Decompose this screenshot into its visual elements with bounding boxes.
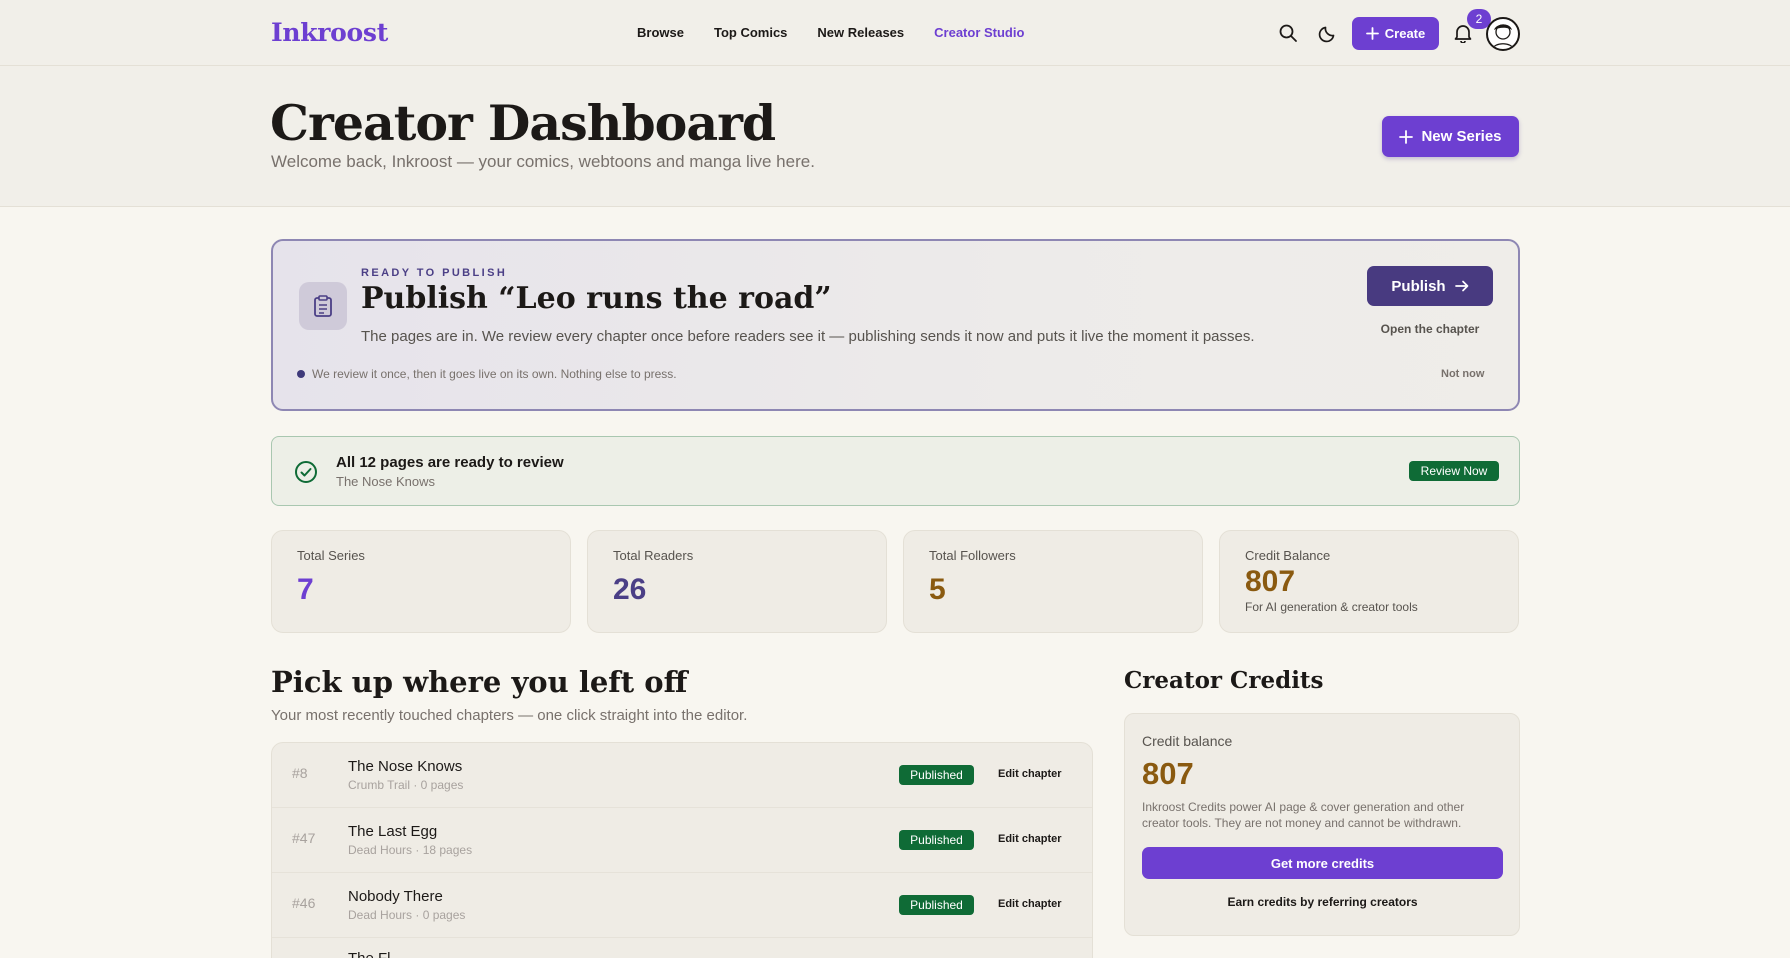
stat-card-total-followers: Total Followers 5: [903, 530, 1203, 633]
chapter-number: #47: [292, 830, 316, 846]
stat-label: Total Series: [297, 548, 365, 563]
new-series-label: New Series: [1421, 128, 1502, 145]
list-item[interactable]: #47 The Last Egg Dead Hours · 18 pages P…: [272, 808, 1092, 873]
credits-description: Inkroost Credits power AI page & cover g…: [1142, 800, 1465, 830]
check-circle-icon: [295, 461, 317, 483]
publish-description: The pages are in. We review every chapte…: [361, 328, 1255, 345]
edit-chapter-link[interactable]: Edit chapter: [998, 833, 1062, 845]
arrow-right-icon: [1454, 280, 1468, 292]
chapter-meta: Dead Hours · 18 pages: [348, 843, 473, 857]
publish-button[interactable]: Publish: [1367, 266, 1493, 306]
publish-note: We review it once, then it goes live on …: [297, 367, 677, 381]
nav-new-releases[interactable]: New Releases: [817, 25, 904, 40]
chapter-number: #46: [292, 895, 316, 911]
avatar[interactable]: [1486, 17, 1520, 51]
publish-card: READY TO PUBLISH Publish “Leo runs the r…: [271, 239, 1520, 411]
review-title: All 12 pages are ready to review: [336, 454, 564, 471]
status-badge: Published: [899, 765, 974, 785]
status-badge: Published: [899, 830, 974, 850]
dashboard-header: [0, 66, 1790, 207]
section-title-recent: Pick up where you left off: [271, 665, 688, 699]
list-item[interactable]: #46 Nobody There Dead Hours · 0 pages Pu…: [272, 873, 1092, 938]
page-title: Creator Dashboard: [270, 94, 776, 152]
edit-chapter-link[interactable]: Edit chapter: [998, 768, 1062, 780]
edit-chapter-link[interactable]: Edit chapter: [998, 898, 1062, 910]
chapter-title: The Fl: [348, 950, 391, 958]
credit-balance-value: 807: [1142, 756, 1194, 791]
plus-icon: [1399, 129, 1414, 144]
review-series-name: The Nose Knows: [336, 474, 435, 489]
open-chapter-link[interactable]: Open the chapter: [1367, 322, 1493, 336]
chapter-title: The Last Egg: [348, 823, 438, 840]
stat-card-total-series: Total Series 7: [271, 530, 571, 633]
earn-credits-link[interactable]: Earn credits by referring creators: [1142, 895, 1503, 909]
stat-label: Total Followers: [929, 548, 1016, 563]
chapter-number: #8: [292, 765, 308, 781]
create-button-label: Create: [1384, 26, 1426, 41]
get-more-credits-button[interactable]: Get more credits: [1142, 847, 1503, 879]
stat-card-total-readers: Total Readers 26: [587, 530, 887, 633]
section-subtitle-recent: Your most recently touched chapters — on…: [271, 707, 748, 724]
top-navigation-bar: Inkroost Browse Top Comics New Releases …: [0, 0, 1790, 66]
list-item[interactable]: #8 The Nose Knows Crumb Trail · 0 pages …: [272, 743, 1092, 808]
stat-value: 807: [1245, 565, 1296, 598]
search-icon[interactable]: [1276, 21, 1300, 45]
moon-icon[interactable]: [1316, 21, 1340, 45]
chapter-title: The Nose Knows: [348, 758, 463, 775]
credit-balance-label: Credit balance: [1142, 733, 1233, 749]
create-button[interactable]: Create: [1352, 17, 1439, 50]
nav-browse[interactable]: Browse: [637, 25, 684, 40]
credits-card: Credit balance 807 Inkroost Credits powe…: [1124, 713, 1520, 936]
clipboard-icon: [299, 282, 347, 330]
review-ready-banner: All 12 pages are ready to review The Nos…: [271, 436, 1520, 506]
chapter-meta: Dead Hours · 0 pages: [348, 908, 466, 922]
stat-value: 26: [613, 573, 647, 606]
stat-card-credit-balance: Credit Balance 807 For AI generation & c…: [1219, 530, 1519, 633]
chapter-title: Nobody There: [348, 888, 443, 905]
status-badge: Published: [899, 895, 974, 915]
list-item[interactable]: The Fl: [272, 938, 1092, 958]
publish-eyebrow: READY TO PUBLISH: [361, 267, 508, 279]
new-series-button[interactable]: New Series: [1382, 116, 1519, 157]
publish-title: Publish “Leo runs the road”: [361, 281, 832, 316]
brand-logo[interactable]: Inkroost: [271, 18, 388, 47]
publish-button-label: Publish: [1391, 277, 1446, 295]
main-nav: Browse Top Comics New Releases Creator S…: [637, 25, 1024, 40]
recent-chapters-list: #8 The Nose Knows Crumb Trail · 0 pages …: [271, 742, 1093, 958]
credits-section-title: Creator Credits: [1124, 667, 1324, 694]
stat-label: Total Readers: [613, 548, 694, 563]
stat-footnote: For AI generation & creator tools: [1245, 600, 1418, 614]
stat-label: Credit Balance: [1245, 548, 1331, 563]
stat-value: 5: [929, 573, 946, 606]
plus-icon: [1365, 27, 1379, 40]
publish-note-text: We review it once, then it goes live on …: [312, 367, 677, 381]
nav-top-comics[interactable]: Top Comics: [714, 25, 787, 40]
nav-creator-studio[interactable]: Creator Studio: [934, 25, 1024, 40]
status-dot-icon: [297, 370, 305, 378]
page-subtitle: Welcome back, Inkroost — your comics, we…: [271, 152, 815, 171]
not-now-link[interactable]: Not now: [1441, 368, 1484, 380]
review-now-button[interactable]: Review Now: [1409, 461, 1499, 481]
chapter-meta: Crumb Trail · 0 pages: [348, 778, 464, 792]
stat-value: 7: [297, 573, 314, 606]
